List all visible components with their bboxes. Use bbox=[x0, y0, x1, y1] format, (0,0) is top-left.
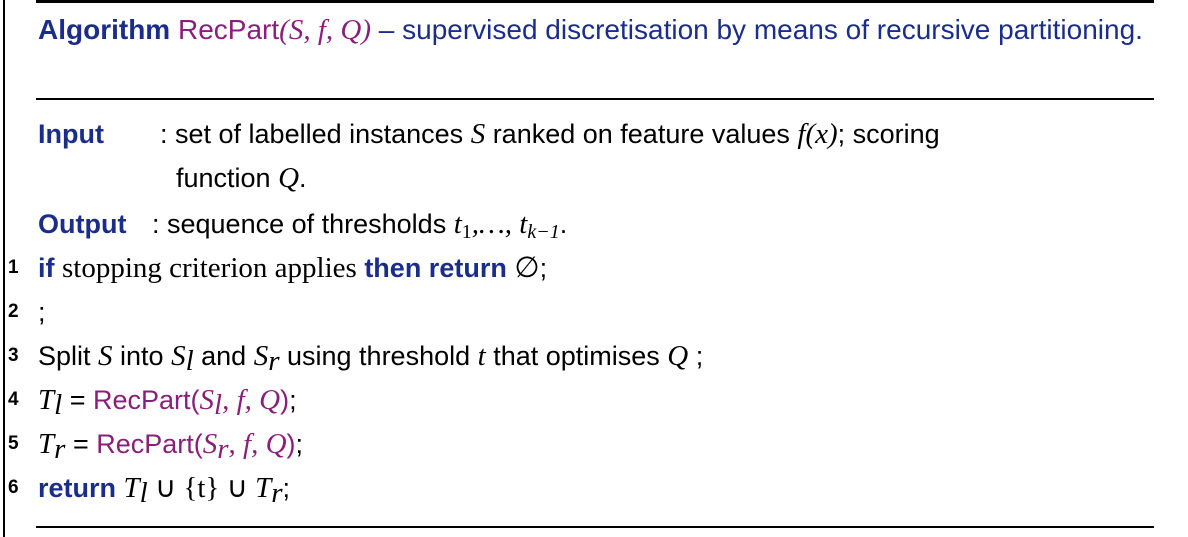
bottom-rule bbox=[36, 526, 1154, 528]
line-number-6: 6 bbox=[8, 477, 19, 498]
top-rule bbox=[36, 0, 1154, 3]
algorithm-name: RecPart bbox=[178, 14, 280, 45]
code-line-3: Split S into Sl and Sr using threshold t… bbox=[38, 340, 704, 377]
line-number-3: 3 bbox=[8, 345, 19, 366]
input-text: : set of labelled instances S ranked on … bbox=[160, 118, 940, 150]
algorithm-box: Algorithm RecPart(S, f, Q) – supervised … bbox=[0, 0, 1188, 537]
algorithm-caption: Algorithm RecPart(S, f, Q) – supervised … bbox=[38, 10, 1156, 50]
code-line-4: Tl = RecPart(Sl, f, Q); bbox=[38, 384, 297, 421]
output-text: : sequence of thresholds t1,…, tk−1. bbox=[152, 208, 568, 243]
input-text-line2: function Q. bbox=[176, 162, 307, 194]
input-label: Input bbox=[38, 119, 104, 149]
caption-description: – supervised discretisation by means of … bbox=[378, 14, 1143, 45]
code-line-1: if stopping criterion applies then retur… bbox=[38, 252, 548, 284]
output-label: Output bbox=[38, 209, 127, 239]
line-number-2: 2 bbox=[8, 301, 19, 322]
code-line-6: return Tl ∪ {t} ∪ Tr; bbox=[38, 472, 291, 509]
line-number-5: 5 bbox=[8, 433, 19, 454]
caption-keyword: Algorithm bbox=[38, 14, 171, 45]
line-number-4: 4 bbox=[8, 389, 19, 410]
left-border bbox=[3, 0, 5, 537]
caption-rule bbox=[36, 98, 1154, 100]
code-line-5: Tr = RecPart(Sr, f, Q); bbox=[38, 428, 304, 465]
line-number-1: 1 bbox=[8, 257, 19, 278]
code-line-2: ; bbox=[38, 297, 46, 327]
algorithm-args: (S, f, Q) bbox=[279, 14, 371, 46]
